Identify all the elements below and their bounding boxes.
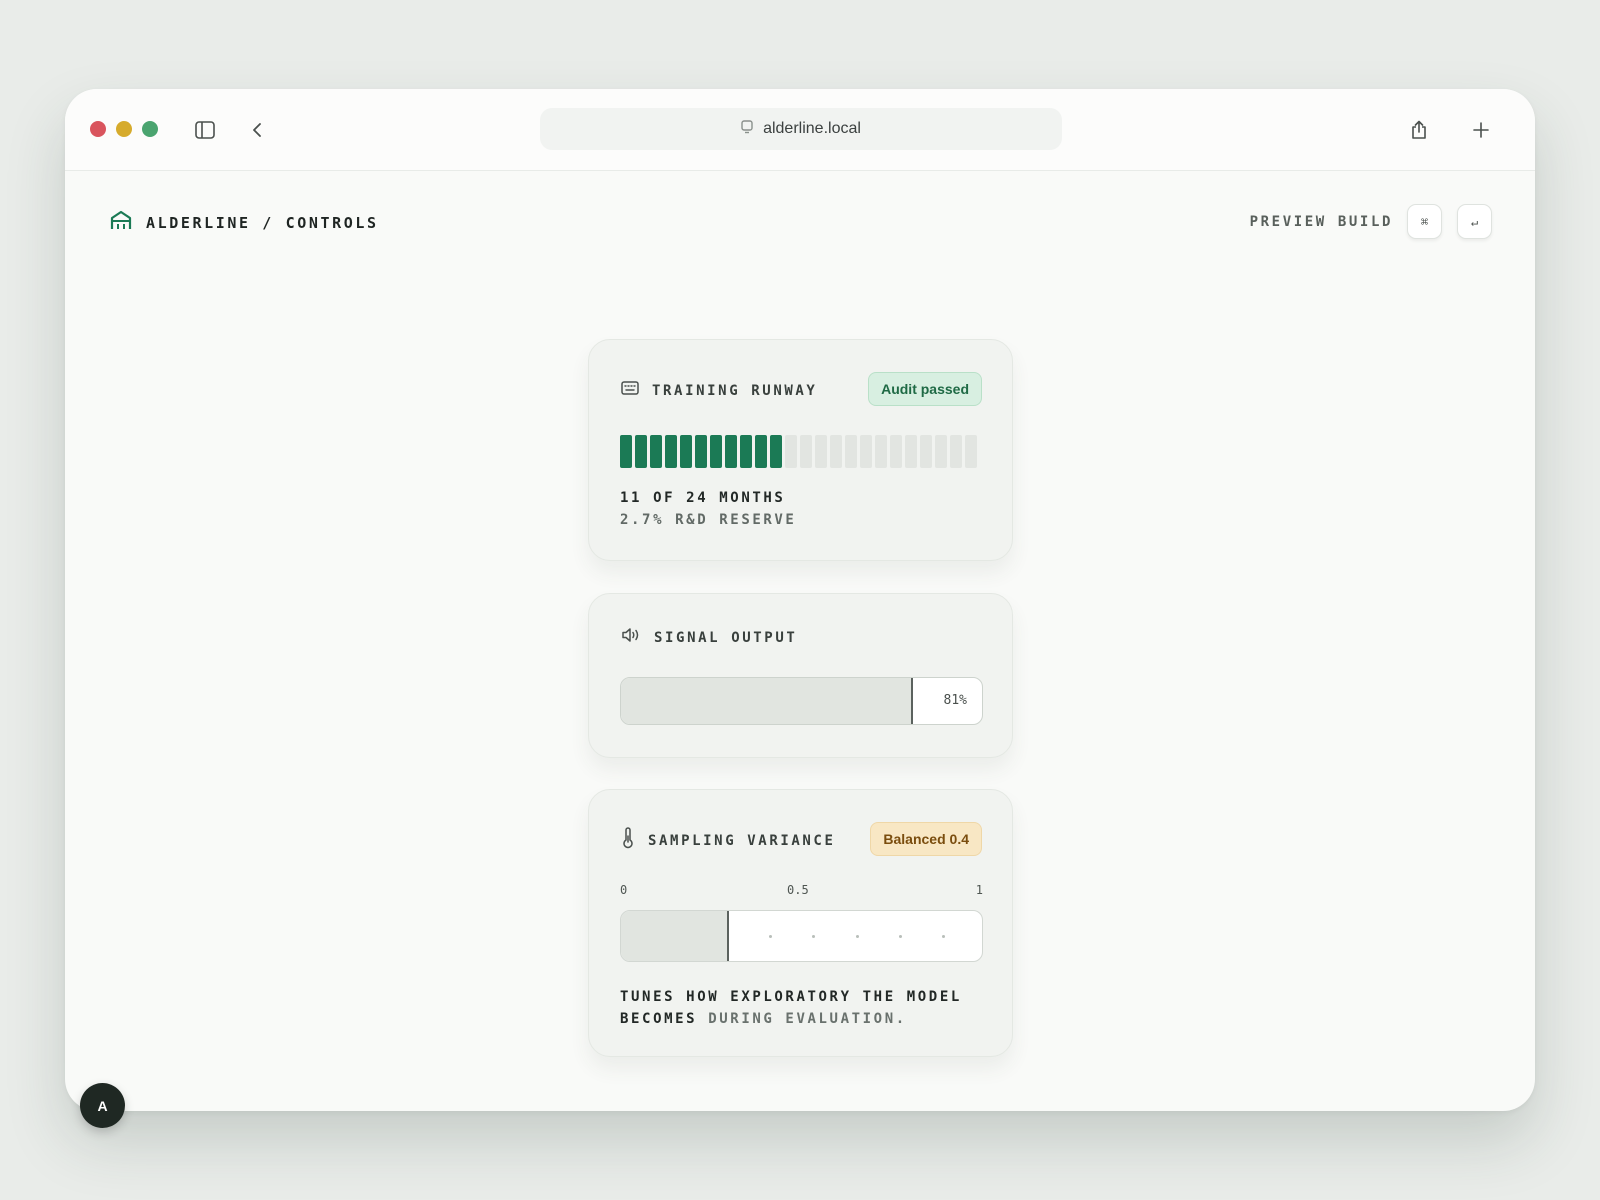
rd-reserve-stat: 2.7% R&D RESERVE [620,512,797,528]
runway-segment-empty [860,435,872,468]
runway-segment-empty [830,435,842,468]
avatar[interactable]: A [80,1083,125,1128]
sampling-variance-header: SAMPLING VARIANCE [621,827,836,854]
training-runway-title: TRAINING RUNWAY [652,382,818,399]
training-runway-header: TRAINING RUNWAY [621,381,817,400]
runway-segment-empty [950,435,962,468]
runway-segment-empty [845,435,857,468]
enter-key-button[interactable]: ↵ [1457,204,1492,239]
variance-description: TUNES HOW EXPLORATORY THE MODEL BECOMES … [620,986,980,1030]
browser-toolbar: alderline.local [65,89,1535,171]
runway-segment-filled [665,435,677,468]
sampling-variance-slider[interactable] [620,910,983,962]
runway-segment-empty [815,435,827,468]
sampling-variance-title: SAMPLING VARIANCE [648,832,836,849]
breadcrumb: ALDERLINE / CONTROLS [110,210,379,235]
slider-step-marker [812,935,815,938]
runway-segment-filled [635,435,647,468]
keyboard-icon [621,381,639,400]
breadcrumb-label: ALDERLINE / CONTROLS [146,213,379,232]
address-bar[interactable]: alderline.local [540,108,1062,150]
variance-mode-badge: Balanced 0.4 [870,822,982,856]
page-header: ALDERLINE / CONTROLS PREVIEW BUILD ⌘ ↵ [65,171,1535,271]
command-key-button[interactable]: ⌘ [1407,204,1442,239]
runway-segment-filled [620,435,632,468]
runway-segment-filled [680,435,692,468]
slider-step-marker [769,935,772,938]
runway-segment-filled [650,435,662,468]
tick-min-label: 0 [620,883,628,897]
runway-segment-filled [770,435,782,468]
signal-output-value: 81% [943,693,967,708]
browser-window: alderline.local ALDERLINE / CONTROLS PRE… [65,89,1535,1111]
audit-status-badge: Audit passed [868,372,982,406]
tick-max-label: 1 [975,883,983,897]
runway-segment-empty [890,435,902,468]
runway-segment-filled [725,435,737,468]
signal-output-card: SIGNAL OUTPUT 81% [588,593,1013,758]
speaker-icon [621,627,641,648]
runway-segment-empty [965,435,977,468]
sidebar-toggle-icon[interactable] [193,118,217,142]
signal-output-slider[interactable]: 81% [620,677,983,725]
tick-mid-label: 0.5 [787,883,809,897]
runway-segment-empty [905,435,917,468]
thermometer-icon [621,827,635,854]
runway-segment-empty [875,435,887,468]
runway-progress-meter [620,435,977,468]
new-tab-plus-icon[interactable] [1468,117,1494,143]
runway-segment-filled [755,435,767,468]
maximize-window-button[interactable] [142,121,158,137]
runway-segment-filled [740,435,752,468]
runway-segment-filled [695,435,707,468]
variance-fill [621,911,730,961]
site-icon [741,119,753,139]
training-runway-card: TRAINING RUNWAY Audit passed 11 OF 24 MO… [588,339,1013,561]
variance-scale: 0 0.5 1 [620,883,983,899]
runway-months-stat: 11 OF 24 MONTHS [620,490,786,506]
runway-segment-empty [935,435,947,468]
runway-segment-empty [785,435,797,468]
sampling-variance-card: SAMPLING VARIANCE Balanced 0.4 0 0.5 1 T… [588,789,1013,1057]
slider-step-marker [856,935,859,938]
signal-output-header: SIGNAL OUTPUT [621,627,797,648]
runway-segment-filled [710,435,722,468]
slider-step-marker [942,935,945,938]
slider-step-marker [899,935,902,938]
runway-segment-empty [920,435,932,468]
signal-output-fill [621,678,914,724]
close-window-button[interactable] [90,121,106,137]
url-text: alderline.local [763,120,861,137]
brand-logo-icon [110,210,132,235]
runway-segment-empty [800,435,812,468]
back-arrow-icon[interactable] [245,118,269,142]
share-icon[interactable] [1406,117,1432,143]
preview-build-label: PREVIEW BUILD [1249,214,1393,230]
signal-output-title: SIGNAL OUTPUT [654,629,798,646]
variance-description-muted: DURING EVALUATION. [697,1011,907,1027]
minimize-window-button[interactable] [116,121,132,137]
